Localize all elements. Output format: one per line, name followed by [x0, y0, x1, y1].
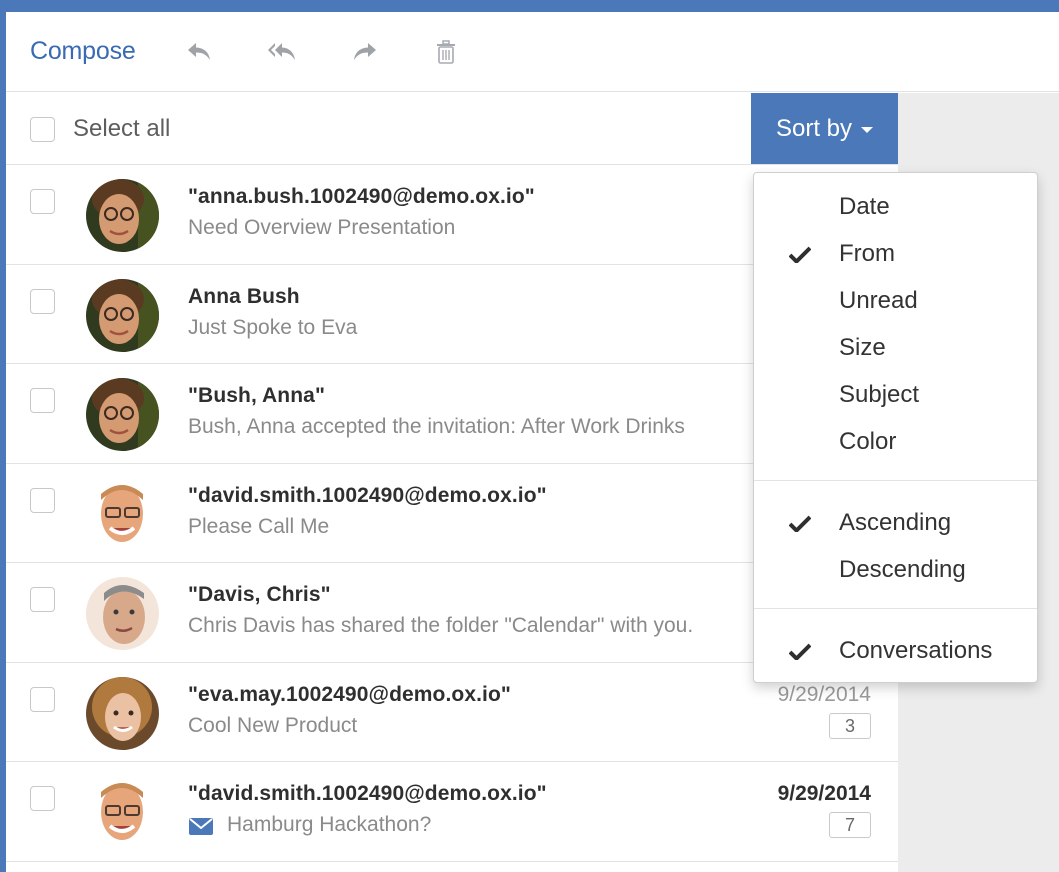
- sort-option-from[interactable]: From: [754, 234, 1037, 274]
- sort-option-label: Color: [839, 428, 897, 455]
- top-accent-bar: [0, 0, 1059, 12]
- avatar: [86, 577, 159, 650]
- sort-option-label: Size: [839, 334, 886, 361]
- reply-icon[interactable]: [180, 32, 220, 72]
- thread-count-badge: 7: [829, 812, 871, 838]
- avatar: [86, 179, 159, 252]
- reply-all-icon[interactable]: [262, 32, 302, 72]
- sender-name: "david.smith.1002490@demo.ox.io": [188, 782, 547, 805]
- sort-option-size[interactable]: Size: [754, 328, 1037, 368]
- trash-icon[interactable]: [426, 32, 466, 72]
- subject-line: Bush, Anna accepted the invitation: Afte…: [188, 415, 685, 438]
- sender-name: "anna.bush.1002490@demo.ox.io": [188, 185, 535, 208]
- sort-option-date[interactable]: Date: [754, 187, 1037, 227]
- row-checkbox[interactable]: [30, 388, 55, 413]
- mail-toolbar: Compose: [6, 12, 1059, 92]
- subject-line: Please Call Me: [188, 514, 330, 538]
- select-all-label: Select all: [73, 115, 171, 142]
- avatar: [86, 776, 159, 849]
- sort-option-label: Unread: [839, 287, 918, 314]
- sender-name: "Davis, Chris": [188, 583, 331, 606]
- sort-option-label: Subject: [839, 381, 920, 408]
- subject-line: Cool New Product: [188, 713, 358, 737]
- sort-option-label: From: [839, 240, 895, 267]
- avatar: [86, 278, 159, 352]
- row-checkbox[interactable]: [30, 189, 55, 214]
- subject-line: Chris Davis has shared the folder "Calen…: [188, 614, 694, 637]
- checkmark-icon: [788, 515, 812, 537]
- select-all-control[interactable]: Select all: [30, 115, 170, 143]
- sender-name: "eva.may.1002490@demo.ox.io": [188, 682, 511, 706]
- mail-row[interactable]: "david.smith.1002490@demo.ox.io" Hamburg…: [6, 762, 898, 862]
- subject-line: Hamburg Hackathon?: [227, 813, 432, 836]
- sort-option-label: Descending: [839, 556, 966, 583]
- avatar: [86, 477, 159, 551]
- sort-option-subject[interactable]: Subject: [754, 375, 1037, 415]
- menu-divider: [754, 608, 1037, 609]
- menu-divider: [754, 480, 1037, 481]
- row-checkbox[interactable]: [30, 587, 55, 612]
- row-checkbox[interactable]: [30, 288, 55, 314]
- sort-option-unread[interactable]: Unread: [754, 281, 1037, 321]
- chevron-down-icon: [861, 127, 874, 133]
- sort-dropdown-menu: Date From Unread Size Subject Color Asce…: [753, 172, 1038, 683]
- row-checkbox[interactable]: [30, 786, 55, 811]
- select-all-checkbox[interactable]: [30, 116, 55, 142]
- email-date: 9/29/2014: [777, 682, 871, 706]
- sort-option-descending[interactable]: Descending: [754, 550, 1037, 590]
- avatar: [86, 378, 159, 451]
- subject-line: Just Spoke to Eva: [188, 315, 358, 339]
- sort-option-label: Conversations: [839, 637, 993, 664]
- checkmark-icon: [788, 246, 812, 268]
- sort-option-conversations[interactable]: Conversations: [754, 631, 1037, 671]
- sender-name: Anna Bush: [188, 284, 300, 308]
- checkmark-icon: [788, 643, 812, 665]
- row-checkbox[interactable]: [30, 686, 55, 712]
- sort-by-label: Sort by: [775, 114, 853, 142]
- thread-count-badge: 3: [829, 712, 871, 739]
- sort-by-button[interactable]: Sort by: [751, 93, 898, 164]
- forward-icon[interactable]: [344, 32, 384, 72]
- subject-line: Need Overview Presentation: [188, 216, 456, 239]
- sort-option-color[interactable]: Color: [754, 422, 1037, 462]
- avatar: [86, 676, 159, 750]
- sender-name: "david.smith.1002490@demo.ox.io": [188, 483, 547, 507]
- sender-name: "Bush, Anna": [188, 384, 326, 407]
- email-date: 9/29/2014: [777, 782, 871, 805]
- row-checkbox[interactable]: [30, 487, 55, 513]
- compose-button[interactable]: Compose: [30, 37, 136, 66]
- sort-option-ascending[interactable]: Ascending: [754, 503, 1037, 543]
- envelope-icon: [189, 818, 213, 840]
- sort-option-label: Ascending: [839, 509, 952, 536]
- sort-option-label: Date: [839, 193, 890, 220]
